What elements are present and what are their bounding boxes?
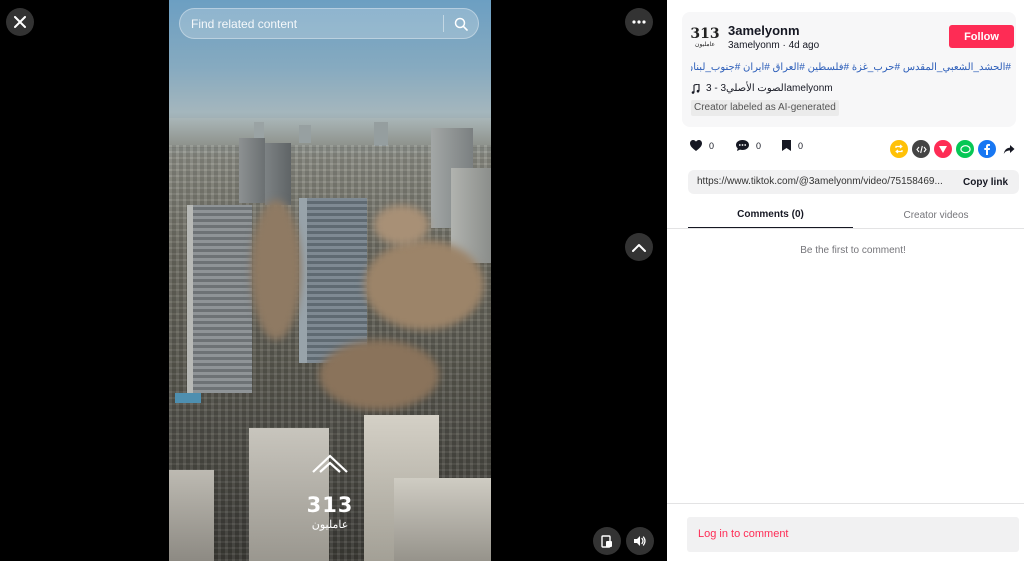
share-arrow-icon: [1003, 144, 1015, 154]
login-to-comment-link[interactable]: Log in to comment: [698, 528, 789, 540]
foreground-building: [394, 478, 491, 561]
pool: [175, 393, 201, 403]
facebook-icon: [984, 144, 990, 155]
more-icon: [632, 20, 646, 24]
like-action[interactable]: 0: [689, 139, 714, 152]
tower: [239, 138, 265, 203]
ai-generated-label: Creator labeled as AI-generated: [691, 100, 839, 116]
post-time: 4d ago: [788, 40, 820, 51]
save-count: 0: [798, 140, 804, 151]
action-bar: 0 0 0: [689, 139, 1019, 159]
like-count: 0: [709, 140, 715, 151]
volume-icon: [634, 536, 646, 546]
picture-in-picture-icon: [601, 534, 612, 548]
share-link-box: https://www.tiktok.com/@3amelyonm/video/…: [688, 170, 1019, 194]
panel-tabs: Comments (0) Creator videos: [688, 201, 1019, 229]
tower-left: [187, 205, 252, 393]
tab-creator-videos[interactable]: Creator videos: [853, 201, 1019, 229]
foreground-building: [169, 470, 214, 561]
send-to-friends-button[interactable]: [934, 140, 952, 158]
search-input[interactable]: [180, 9, 443, 38]
comment-action[interactable]: 0: [735, 139, 761, 152]
tabs-divider: [667, 228, 1024, 229]
empty-comments-message: Be the first to comment!: [800, 245, 906, 256]
embed-button[interactable]: [912, 140, 930, 158]
sound-row[interactable]: 3 - الصوت الأصلي3amelyonm: [691, 83, 833, 94]
tower: [265, 143, 291, 205]
distant-building: [299, 125, 311, 143]
volume-button[interactable]: [626, 527, 654, 555]
follow-button[interactable]: Follow: [949, 25, 1014, 48]
avatar-number: 313: [690, 25, 720, 42]
dust-cloud: [364, 240, 484, 330]
video-watermark: 313 عامليون: [300, 452, 360, 531]
distant-building: [374, 122, 388, 146]
bottom-divider: [667, 503, 1024, 504]
repost-icon: [895, 144, 903, 154]
music-note-icon: [691, 83, 700, 94]
watermark-name: عامليون: [311, 519, 349, 531]
share-facebook-button[interactable]: [978, 140, 996, 158]
dust-cloud: [374, 205, 429, 245]
more-share-button[interactable]: [1000, 140, 1018, 158]
send-icon: [939, 146, 947, 153]
chevron-up-icon: [632, 243, 646, 252]
close-button[interactable]: [6, 8, 34, 36]
author-card: 313 عامليون 3amelyonm 3amelyonm · 4d ago…: [682, 12, 1016, 127]
details-panel: 313 عامليون 3amelyonm 3amelyonm · 4d ago…: [667, 0, 1024, 561]
post-hashtags[interactable]: #الحشد_الشعبي_المقدس #حرب_غزة #فلسطين #ا…: [691, 62, 1011, 73]
repost-button[interactable]: [890, 140, 908, 158]
tower-center: [299, 198, 367, 363]
watermark-emblem-icon: [312, 454, 348, 473]
search-icon[interactable]: [444, 9, 478, 38]
close-icon: [14, 16, 26, 28]
save-action[interactable]: 0: [781, 139, 803, 152]
watermark-number: 313: [306, 493, 354, 517]
comment-icon: [736, 140, 749, 151]
share-line-button[interactable]: [956, 140, 974, 158]
dust-cloud: [319, 340, 439, 410]
bookmark-icon: [782, 140, 791, 151]
avatar[interactable]: 313 عامليون: [690, 22, 720, 52]
author-subline: 3amelyonm · 4d ago: [728, 40, 819, 51]
share-link-text[interactable]: https://www.tiktok.com/@3amelyonm/video/…: [697, 176, 953, 187]
line-icon: [959, 144, 971, 153]
copy-link-button[interactable]: Copy link: [957, 170, 1014, 194]
avatar-subtext: عامليون: [695, 41, 715, 48]
sound-title: 3 - الصوت الأصلي3amelyonm: [706, 83, 833, 94]
picture-in-picture-button[interactable]: [593, 527, 621, 555]
video-player: 313 عامليون: [0, 0, 667, 561]
more-options-button[interactable]: [625, 8, 653, 36]
comment-count: 0: [756, 140, 762, 151]
author-username[interactable]: 3amelyonm: [728, 23, 800, 38]
author-handle: 3amelyonm: [728, 40, 780, 51]
previous-video-button[interactable]: [625, 233, 653, 261]
dust-cloud: [251, 200, 301, 340]
search-bar[interactable]: [179, 8, 479, 39]
comment-login-bar[interactable]: Log in to comment: [687, 517, 1019, 552]
embed-icon: [915, 145, 927, 153]
tab-comments[interactable]: Comments (0): [688, 201, 853, 229]
heart-icon: [690, 140, 702, 151]
